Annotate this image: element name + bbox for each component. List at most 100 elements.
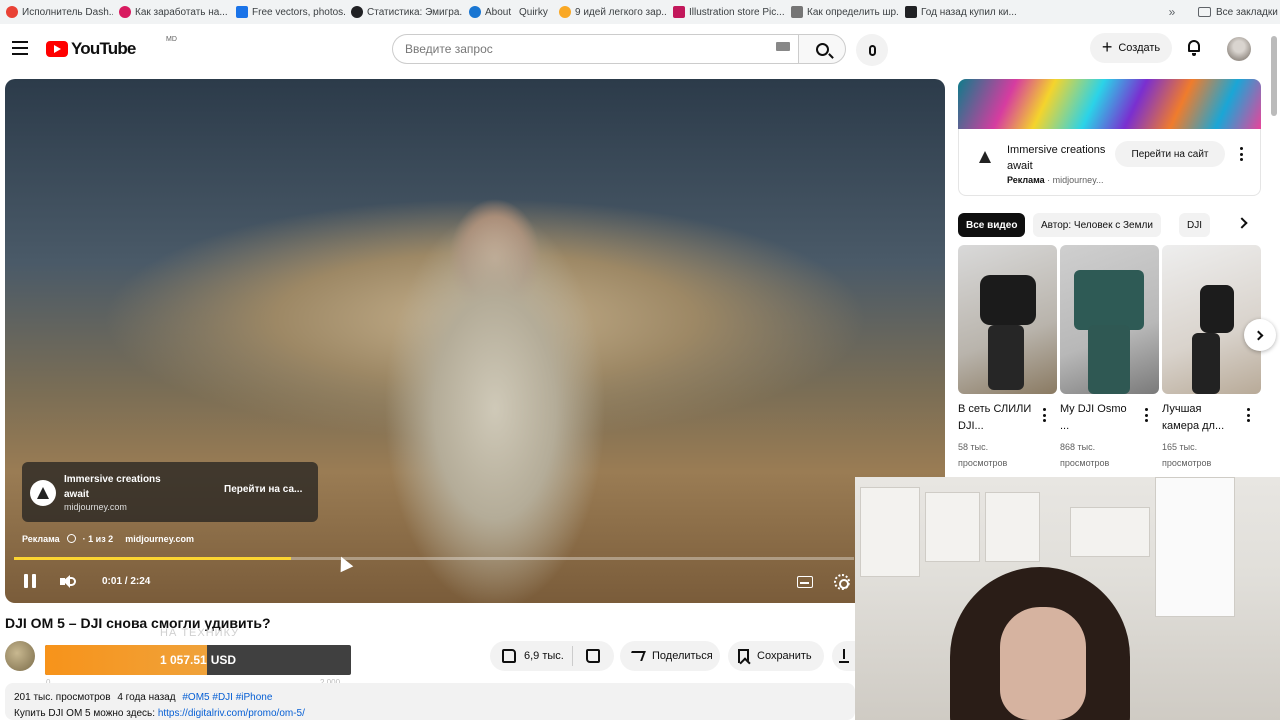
bookmark-label: Как заработать на...	[135, 6, 228, 18]
settings-gear-icon[interactable]	[834, 574, 850, 590]
sidebar-ad-title: Immersive creations await	[1007, 144, 1106, 172]
bookmark-favicon-icon	[469, 6, 481, 18]
sidebar-ad-label: Реклама	[1007, 175, 1045, 185]
description-link[interactable]: https://digitalriv.com/promo/om-5/	[158, 708, 305, 719]
donation-goal-bar: 1 057.51 USD	[45, 645, 351, 675]
description-box[interactable]: 201 тыс. просмотров 4 года назад #OM5 #D…	[5, 683, 855, 720]
notifications-bell-icon[interactable]	[1186, 40, 1202, 56]
bookmark-item[interactable]: About	[463, 0, 513, 24]
all-bookmarks-label: Все закладки	[1216, 6, 1278, 18]
kitchen-cabinet	[860, 487, 920, 577]
bookmark-item[interactable]: Free vectors, photos...	[230, 0, 345, 24]
account-avatar[interactable]	[1227, 37, 1251, 61]
download-button[interactable]	[832, 641, 855, 671]
bookmark-label: Как определить шр...	[807, 6, 899, 18]
donation-amount-value: 1 057.51	[159, 653, 207, 667]
upload-date: 4 года назад	[117, 692, 176, 703]
chip-author[interactable]: Автор: Человек с Земли	[1033, 213, 1161, 237]
video-player[interactable]: Immersive creations await midjourney.com…	[5, 79, 945, 603]
shorts-thumbnail[interactable]	[1060, 245, 1159, 394]
bookmark-item[interactable]: Статистика: Эмигра...	[345, 0, 463, 24]
ad-info-line: Реклама · 1 из 2 midjourney.com	[22, 534, 194, 544]
voice-search-button[interactable]	[856, 34, 888, 66]
shorts-card[interactable]: Лучшая камера дл... 165 тыс. просмотров	[1162, 245, 1261, 468]
bookmark-item[interactable]: Quirky	[513, 0, 553, 24]
save-button[interactable]: Сохранить	[728, 641, 824, 671]
create-button[interactable]: + Создать	[1090, 33, 1172, 63]
bookmark-item[interactable]: Год назад купил ки...	[899, 0, 1021, 24]
bookmark-item[interactable]: 9 идей легкого зар...	[553, 0, 667, 24]
logo-text: YouTube	[71, 39, 136, 58]
bookmark-favicon-icon	[905, 6, 917, 18]
donation-goal-label: НА ТЕХНИКУ	[160, 627, 240, 639]
plus-icon: +	[1101, 37, 1113, 57]
bookmark-label: Illustration store Pic...	[689, 6, 785, 18]
keyboard-icon[interactable]	[776, 42, 790, 51]
sidebar-ad-info[interactable]: Immersive creations await Реклама · midj…	[958, 129, 1261, 196]
midjourney-logo-icon	[973, 145, 997, 169]
chip-all-videos[interactable]: Все видео	[958, 213, 1026, 237]
menu-hamburger-icon[interactable]	[12, 41, 28, 55]
more-options-icon[interactable]	[1239, 147, 1243, 161]
bookmark-favicon-icon	[791, 6, 803, 18]
share-icon	[628, 651, 646, 661]
bookmark-label: 9 идей легкого зар...	[575, 6, 667, 18]
bookmark-label: About	[485, 6, 512, 18]
save-label: Сохранить	[757, 650, 812, 662]
person-face	[1000, 607, 1086, 720]
sidebar-ad-banner[interactable]	[958, 79, 1261, 129]
bookmark-favicon-icon	[351, 6, 363, 18]
ad-domain-link[interactable]: midjourney.com	[125, 534, 194, 544]
ad-count: · 1 из 2	[82, 534, 114, 544]
sidebar-visit-site-button[interactable]: Перейти на сайт	[1115, 141, 1225, 167]
bookmark-item[interactable]: Исполнитель Dash...	[0, 0, 113, 24]
shorts-card[interactable]: My DJI Osmo ... 868 тыс. просмотров	[1060, 245, 1159, 468]
bookmark-favicon-icon	[119, 6, 131, 18]
like-button[interactable]: 6,9 тыс.	[490, 649, 572, 663]
ad-overlay-card[interactable]: Immersive creations await midjourney.com…	[22, 462, 318, 522]
webcam-overlay	[855, 477, 1280, 720]
microphone-icon	[868, 44, 876, 56]
folder-icon	[1198, 7, 1211, 17]
bookmark-label: Год назад купил ки...	[921, 6, 1017, 18]
hashtags[interactable]: #OM5 #DJI #iPhone	[182, 692, 272, 703]
time-display: 0:01 / 2:24	[102, 576, 151, 587]
bookmark-favicon-icon	[6, 6, 18, 18]
more-options-icon[interactable]	[1144, 408, 1148, 422]
scrollbar-thumb[interactable]	[1271, 36, 1277, 116]
page-scrollbar[interactable]	[1270, 36, 1278, 686]
bookmark-item[interactable]: Как определить шр...	[785, 0, 899, 24]
channel-avatar[interactable]	[5, 641, 35, 671]
like-dislike-group: 6,9 тыс.	[490, 641, 614, 671]
info-icon[interactable]	[66, 534, 76, 543]
shorts-title[interactable]: My DJI Osmo ...	[1060, 401, 1138, 435]
visit-site-button[interactable]: Перейти на са...	[224, 484, 302, 495]
shorts-card[interactable]: В сеть СЛИЛИ DJI... 58 тыс. просмотров	[958, 245, 1057, 468]
more-options-icon[interactable]	[1042, 408, 1046, 422]
bookmark-favicon-icon	[236, 6, 248, 18]
shorts-thumbnail[interactable]	[958, 245, 1057, 394]
bookmark-item[interactable]: Как заработать на...	[113, 0, 230, 24]
shorts-title[interactable]: Лучшая камера дл...	[1162, 401, 1240, 435]
chip-dji[interactable]: DJI	[1179, 213, 1210, 237]
youtube-logo[interactable]: YouTube MD	[46, 36, 177, 59]
more-options-icon[interactable]	[1246, 408, 1250, 422]
subtitles-icon[interactable]	[797, 576, 813, 588]
search-button[interactable]	[798, 34, 846, 64]
pause-icon[interactable]	[23, 574, 37, 588]
all-bookmarks-button[interactable]: Все закладки	[1198, 0, 1278, 24]
volume-icon[interactable]	[60, 575, 76, 588]
more-bookmarks-chevron-icon[interactable]: »	[1164, 0, 1180, 24]
progress-bar-fill	[14, 557, 292, 560]
search-box	[392, 34, 798, 64]
share-button[interactable]: Поделиться	[620, 641, 720, 671]
download-icon	[839, 649, 849, 663]
dislike-button[interactable]	[573, 641, 613, 671]
shorts-title[interactable]: В сеть СЛИЛИ DJI...	[958, 401, 1036, 435]
chevron-right-icon	[1253, 330, 1264, 340]
progress-bar[interactable]	[14, 557, 854, 560]
shorts-thumbnail[interactable]	[1162, 245, 1261, 394]
search-input[interactable]	[405, 35, 765, 63]
bookmark-item[interactable]: Illustration store Pic...	[667, 0, 785, 24]
youtube-play-logo-icon	[46, 41, 68, 57]
